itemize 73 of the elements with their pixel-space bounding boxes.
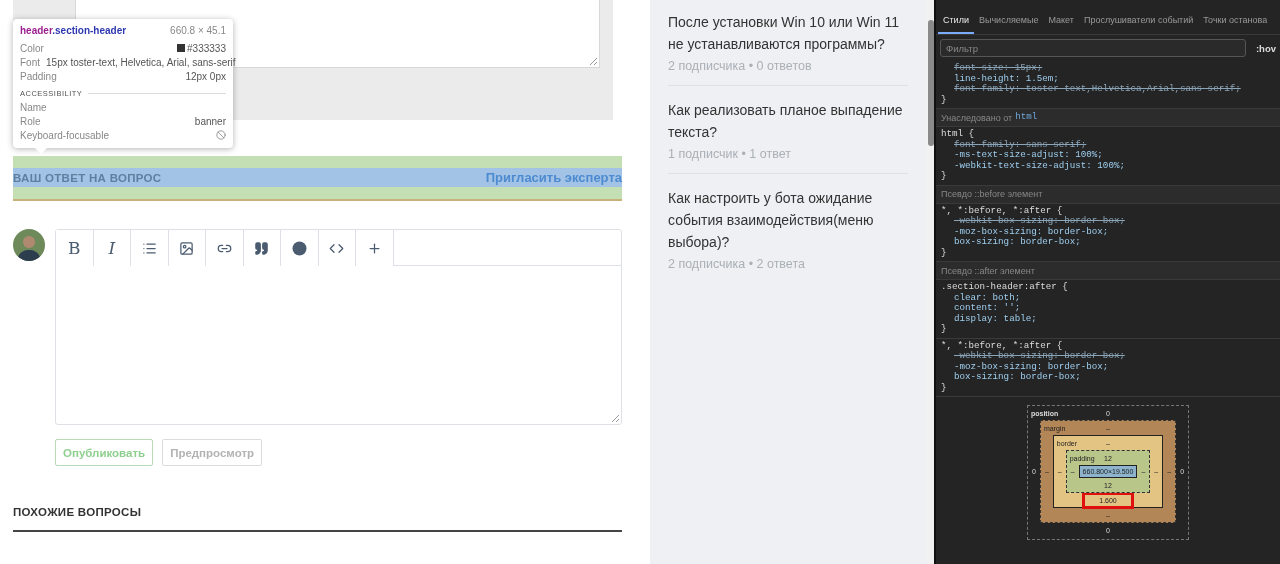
css-brace: }	[941, 94, 948, 105]
filter-field[interactable]: Фильтр	[940, 39, 1246, 57]
resize-grip-icon	[589, 57, 597, 65]
devtools-tab[interactable]: Вычисляемые	[973, 7, 1044, 34]
resize-grip-icon	[611, 414, 619, 422]
image-icon	[179, 240, 195, 256]
avatar	[13, 229, 45, 261]
css-selector: .section-header:after {	[941, 282, 1069, 293]
property-label: Role	[20, 115, 41, 127]
css-selector: *, *:before, *:after {	[941, 340, 1064, 351]
section-label: Унаследовано от	[941, 112, 1013, 123]
css-declaration[interactable]: -ms-text-size-adjust: 100%;	[941, 150, 1275, 161]
css-brace: }	[941, 171, 948, 182]
css-declaration[interactable]: line-height: 1.5em;	[941, 73, 1275, 84]
css-declaration[interactable]: font-family: sans-serif;	[941, 139, 1275, 150]
css-declaration[interactable]: display: table;	[941, 313, 1275, 324]
css-declaration[interactable]: -webkit-box-sizing: border-box;	[941, 351, 1275, 362]
inherited-link[interactable]: html	[1015, 112, 1038, 123]
property-label: Keyboard-focusable	[20, 129, 109, 141]
circle-icon	[291, 240, 307, 256]
hover-toggle[interactable]: :hov	[1255, 42, 1276, 54]
code-button[interactable]	[318, 230, 356, 266]
image-button[interactable]	[168, 230, 206, 266]
property-value: banner	[194, 115, 226, 127]
css-brace: }	[941, 247, 948, 258]
css-declaration[interactable]: font-size: 15px;	[941, 63, 1275, 74]
question-link[interactable]: После установки Win 10 или Win 11 не устанавливаются программы?	[668, 11, 908, 55]
css-declaration[interactable]: clear: both;	[941, 292, 1275, 303]
list-button[interactable]	[131, 230, 169, 266]
list-icon	[141, 240, 157, 256]
css-declaration[interactable]: font-family: toster-text,Helvetica,Arial,sans-serif;	[941, 84, 1275, 95]
css-selector: *, *:before, *:after {	[941, 205, 1064, 216]
section-label: Псевдо ::after элемент	[941, 265, 1035, 276]
scrollbar-thumb[interactable]	[928, 20, 934, 146]
color-button[interactable]	[281, 230, 319, 266]
element-size: 660.8 × 45.1	[170, 25, 226, 36]
similar-heading: ПОХОЖИЕ ВОПРОСЫ	[13, 506, 622, 532]
quote-icon	[254, 240, 270, 256]
css-declaration[interactable]: box-sizing: border-box;	[941, 372, 1275, 383]
italic-button[interactable]: I	[93, 230, 131, 266]
not-allowed-icon	[216, 130, 226, 140]
question-meta: 2 подписчика • 0 ответов	[668, 59, 813, 73]
property-label: Color	[20, 42, 44, 54]
devtools-tab[interactable]: Прослушиватели событий	[1078, 7, 1199, 34]
section-label: Псевдо ::before элемент	[941, 189, 1043, 199]
property-value: 15px toster-text, Helvetica, Arial, sans-serif	[46, 56, 236, 68]
css-declaration[interactable]: -moz-box-sizing: border-box;	[941, 226, 1275, 237]
plus-icon	[366, 240, 382, 256]
property-label: Padding	[20, 70, 57, 82]
bold-button[interactable]: B	[56, 230, 94, 266]
property-value: #333333	[187, 42, 226, 54]
section-title: ВАШ ОТВЕТ НА ВОПРОС	[13, 171, 162, 184]
quote-button[interactable]	[243, 230, 281, 266]
question-link[interactable]: Как настроить у бота ожидание события взаимодействия(меню выбора)?	[668, 187, 908, 253]
css-declaration[interactable]: -webkit-box-sizing: border-box;	[941, 216, 1275, 227]
css-brace: }	[941, 324, 948, 335]
property-label: Font	[20, 56, 40, 68]
css-brace: }	[941, 382, 948, 393]
question-meta: 1 подписчик • 1 ответ	[668, 147, 792, 161]
devtools-tab[interactable]: Макет	[1043, 7, 1079, 34]
property-label: Name	[20, 101, 47, 113]
css-declaration[interactable]: -moz-box-sizing: border-box;	[941, 361, 1275, 372]
css-selector: html {	[941, 129, 976, 140]
css-declaration[interactable]: box-sizing: border-box;	[941, 237, 1275, 248]
css-declaration[interactable]: -webkit-text-size-adjust: 100%;	[941, 160, 1275, 171]
element-selector: header.section-header	[20, 25, 127, 36]
devtools-tab[interactable]: Стили	[938, 7, 974, 34]
link-button[interactable]	[206, 230, 244, 266]
property-value: 12px 0px	[185, 70, 226, 82]
devtools-tab[interactable]: Точки останова	[1198, 7, 1273, 34]
css-declaration[interactable]: content: '';	[941, 303, 1275, 314]
question-meta: 2 подписчика • 2 ответа	[668, 257, 806, 271]
question-link[interactable]: Как реализовать планое выпадение текста?	[668, 99, 908, 143]
